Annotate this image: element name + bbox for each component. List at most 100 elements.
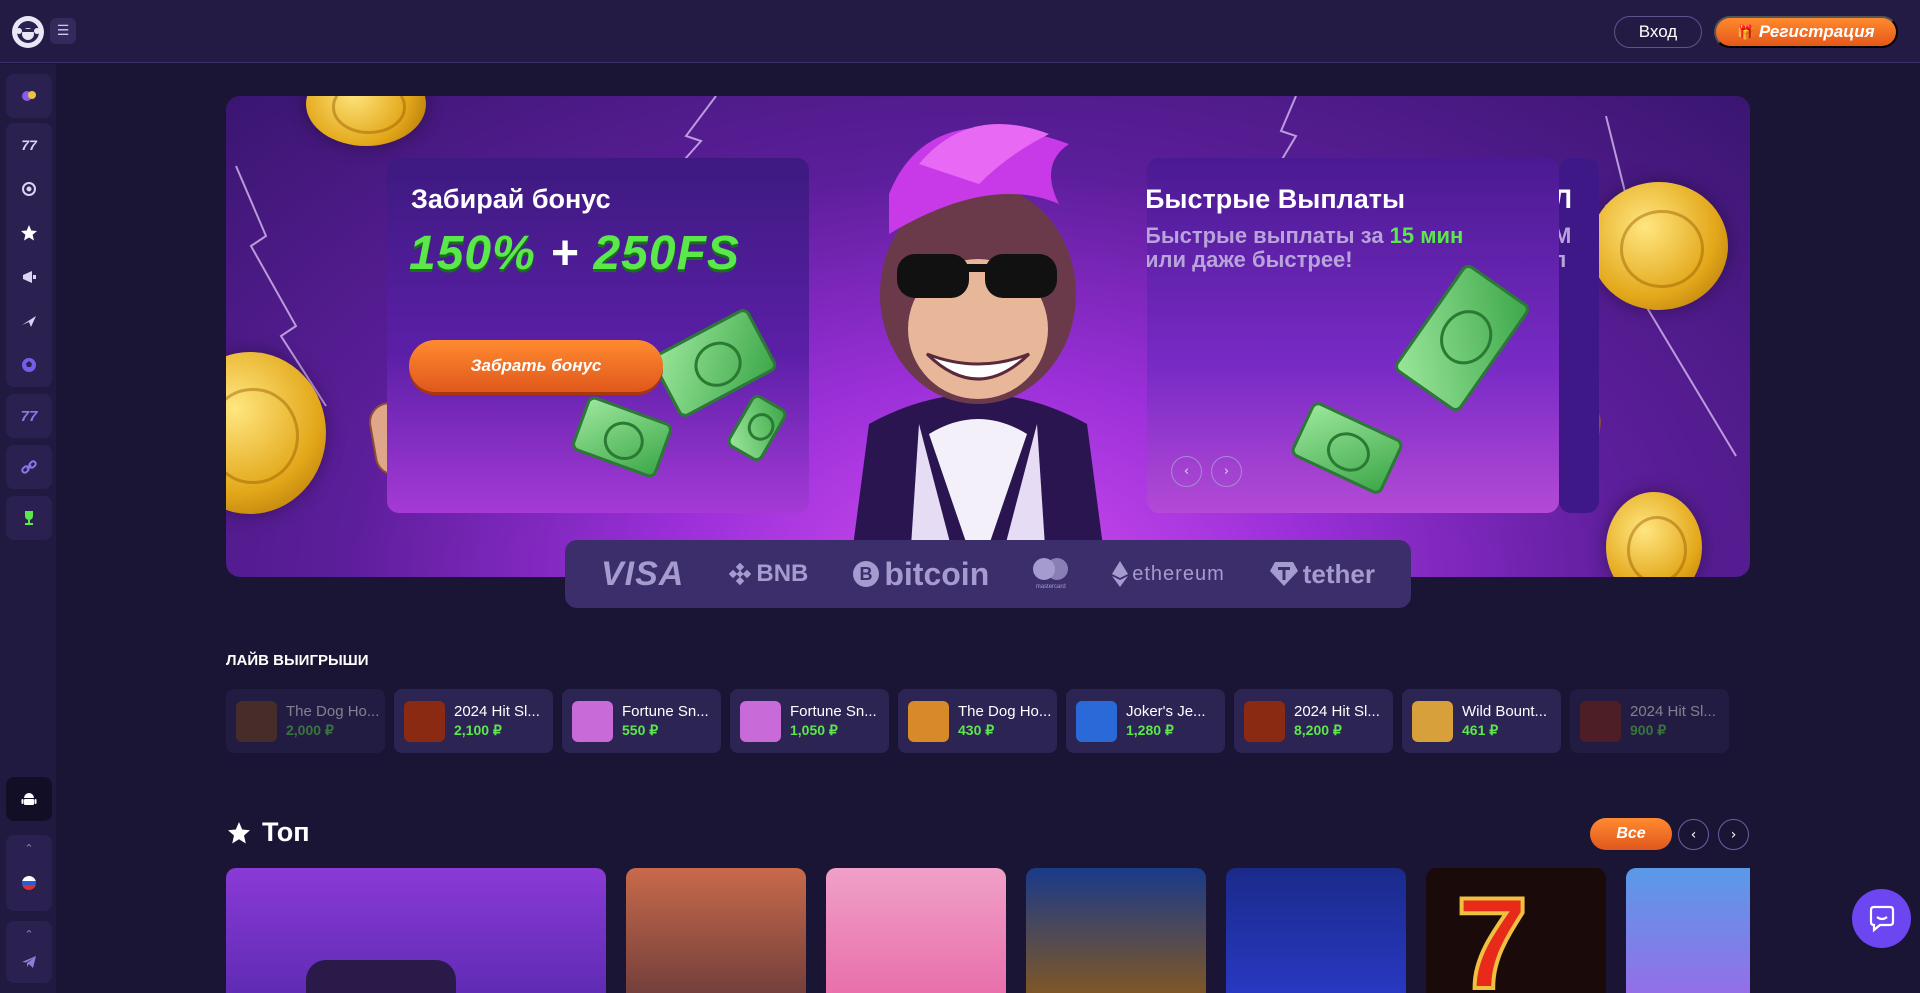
win-game-name: 2024 Hit Sl... <box>1294 703 1380 720</box>
live-casino-icon[interactable] <box>6 167 52 211</box>
live-win-item[interactable]: 2024 Hit Sl... 8,200 ₽ <box>1234 689 1393 753</box>
peek-line2: п <box>1559 247 1567 272</box>
game-thumbnail <box>1076 700 1117 742</box>
promo-banner[interactable]: Забирай бонус 150% + 250FS Забрать бонус… <box>226 96 1750 577</box>
header: ☰ Вход 🎁 Регистрация <box>0 0 1920 63</box>
game-thumbnail <box>1580 700 1621 742</box>
top-prev-button[interactable]: ‹ <box>1678 819 1709 850</box>
win-amount: 461 ₽ <box>1462 722 1499 738</box>
chevron-up-icon[interactable]: ⌃ <box>6 921 52 947</box>
sidebar-group-games: 77 <box>6 123 52 387</box>
cash-icon <box>724 392 790 464</box>
game-tile[interactable] <box>1226 868 1406 993</box>
ethereum-label: ethereum <box>1132 562 1225 585</box>
live-win-item[interactable]: 2024 Hit Sl... 2,100 ₽ <box>394 689 553 753</box>
sidebar-group-language: ⌃ <box>6 835 52 911</box>
mastercard-logo: mastercard <box>1033 558 1069 590</box>
live-win-item[interactable]: The Dog Ho... 2,000 ₽ <box>226 689 385 753</box>
game-thumbnail <box>572 700 613 742</box>
monkey-logo-icon[interactable] <box>12 16 44 48</box>
cash-icon <box>1391 261 1533 415</box>
top-games-list: 7 <box>226 868 1750 993</box>
bonus-title: Забирай бонус <box>411 184 611 214</box>
aviator-icon[interactable] <box>6 299 52 343</box>
game-thumbnail <box>740 700 781 742</box>
android-icon[interactable] <box>6 777 52 821</box>
next-slide-peek[interactable]: Л М п <box>1559 158 1599 513</box>
sidebar-group-casino <box>6 74 52 118</box>
gift-icon: 🎁 <box>1737 23 1755 40</box>
link-icon[interactable] <box>6 445 52 489</box>
cash-icon <box>1289 399 1405 497</box>
sidebar-group-telegram: ⌃ <box>6 921 52 983</box>
sidebar-group-link <box>6 445 52 489</box>
chat-bubble-icon[interactable] <box>1852 889 1911 948</box>
casino-chips-icon[interactable] <box>6 74 52 118</box>
bonus-plus: + <box>550 227 580 280</box>
live-win-item[interactable]: 2024 Hit Sl... 900 ₽ <box>1570 689 1729 753</box>
live-win-item[interactable]: Joker's Je... 1,280 ₽ <box>1066 689 1225 753</box>
chevron-up-icon[interactable]: ⌃ <box>6 835 52 861</box>
cash-icon <box>569 394 675 480</box>
live-win-item[interactable]: Fortune Sn... 550 ₽ <box>562 689 721 753</box>
gold-coin-icon <box>1606 492 1702 577</box>
peek-title: Л <box>1559 184 1572 214</box>
live-win-item[interactable]: Wild Bount... 461 ₽ <box>1402 689 1561 753</box>
fast-payouts-card: Быстрые Выплаты Быстрые выплаты за 15 ми… <box>1147 158 1559 513</box>
promotions-icon[interactable] <box>6 255 52 299</box>
subtitle-part1: Быстрые выплаты за <box>1147 223 1390 248</box>
game-tile[interactable] <box>626 868 806 993</box>
banner-next-button[interactable]: › <box>1211 456 1242 487</box>
live-win-item[interactable]: The Dog Ho... 430 ₽ <box>898 689 1057 753</box>
sports-ball-icon[interactable] <box>6 343 52 387</box>
bonus-percent: 150% <box>409 227 536 280</box>
slots-777-icon[interactable]: 77 <box>6 123 52 167</box>
sidebar-group-trophy <box>6 496 52 540</box>
game-tile[interactable] <box>226 868 606 993</box>
hamburger-icon[interactable]: ☰ <box>50 18 76 44</box>
live-win-item[interactable]: Fortune Sn... 1,050 ₽ <box>730 689 889 753</box>
register-button[interactable]: 🎁 Регистрация <box>1714 16 1898 48</box>
win-amount: 550 ₽ <box>622 722 659 738</box>
trophy-icon[interactable] <box>6 496 52 540</box>
top-section-header: Топ <box>226 817 310 848</box>
game-tile[interactable] <box>826 868 1006 993</box>
bnb-logo: BNB <box>728 560 808 588</box>
claim-bonus-button[interactable]: Забрать бонус <box>409 340 663 392</box>
gold-coin-icon <box>306 96 426 146</box>
tether-label: tether <box>1302 558 1375 589</box>
peek-subtitle: М п <box>1559 224 1571 272</box>
game-tile[interactable]: 7 <box>1426 868 1606 993</box>
fast-payouts-title: Быстрые Выплаты <box>1147 184 1406 214</box>
win-amount: 2,100 ₽ <box>454 722 502 738</box>
payment-methods: VISA BNB B bitcoin mastercard ethereum t… <box>565 540 1411 608</box>
bonus-amount: 150% + 250FS <box>409 226 740 281</box>
top-section-title: Топ <box>262 817 310 847</box>
win-game-name: 2024 Hit Sl... <box>1630 703 1716 720</box>
bonus-freespins: 250FS <box>593 227 740 280</box>
game-thumbnail <box>908 700 949 742</box>
win-game-name: Fortune Sn... <box>622 703 709 720</box>
game-tile[interactable] <box>1626 868 1750 993</box>
telegram-icon[interactable] <box>6 947 52 977</box>
banner-prev-button[interactable]: ‹ <box>1171 456 1202 487</box>
login-button[interactable]: Вход <box>1614 16 1702 48</box>
sidebar-group-slots: 77 <box>6 394 52 438</box>
star-icon[interactable] <box>6 211 52 255</box>
slots-77-icon[interactable]: 77 <box>6 394 52 438</box>
top-next-button[interactable]: › <box>1718 819 1749 850</box>
game-thumbnail <box>1412 700 1453 742</box>
win-game-name: Wild Bount... <box>1462 703 1548 720</box>
mastercard-label: mastercard <box>1035 584 1066 590</box>
show-all-button[interactable]: Все <box>1590 818 1672 850</box>
game-thumbnail <box>236 700 277 742</box>
monkey-mascot-illustration <box>849 124 1107 577</box>
win-game-name: The Dog Ho... <box>958 703 1052 720</box>
bitcoin-logo: B bitcoin <box>852 556 989 593</box>
visa-logo: VISA <box>601 554 685 593</box>
svg-text:B: B <box>860 564 873 584</box>
subtitle-highlight: 15 мин <box>1389 223 1464 248</box>
russian-flag-icon[interactable] <box>6 861 52 905</box>
win-amount: 1,280 ₽ <box>1126 722 1174 738</box>
game-tile[interactable] <box>1026 868 1206 993</box>
